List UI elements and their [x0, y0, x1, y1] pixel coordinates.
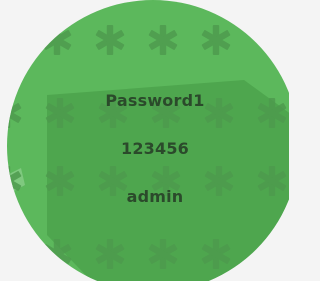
asterisk-icon [201, 25, 231, 55]
asterisk-icon [42, 25, 72, 55]
asterisk-icon [148, 25, 178, 55]
password-label: Password1 [105, 91, 205, 110]
asterisk-icon [7, 98, 22, 128]
illustration: Password1 123456 admin [0, 0, 289, 281]
asterisk-icon [95, 25, 125, 55]
password-label: admin [126, 187, 184, 206]
password-label: 123456 [121, 139, 189, 158]
